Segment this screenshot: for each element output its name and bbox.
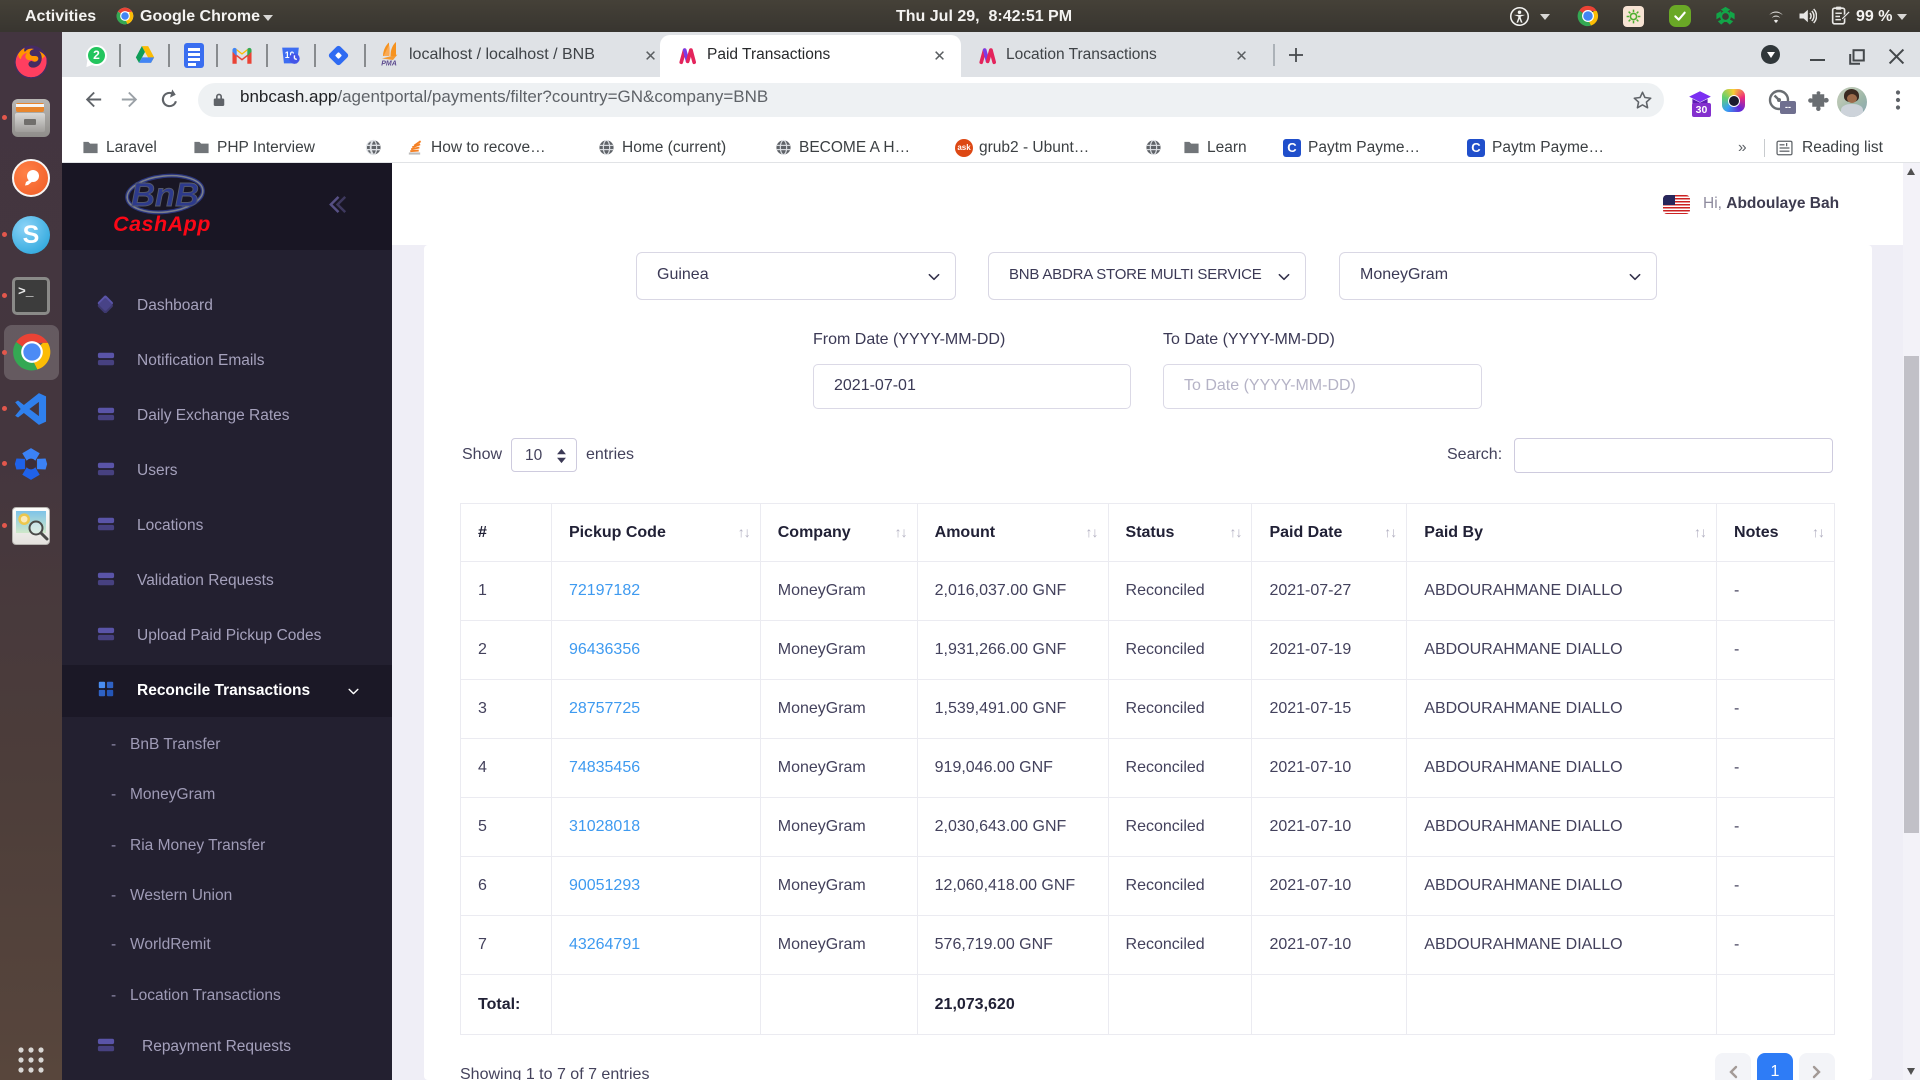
svg-text:PMA: PMA	[381, 61, 397, 68]
svg-text:BnB: BnB	[131, 176, 199, 213]
